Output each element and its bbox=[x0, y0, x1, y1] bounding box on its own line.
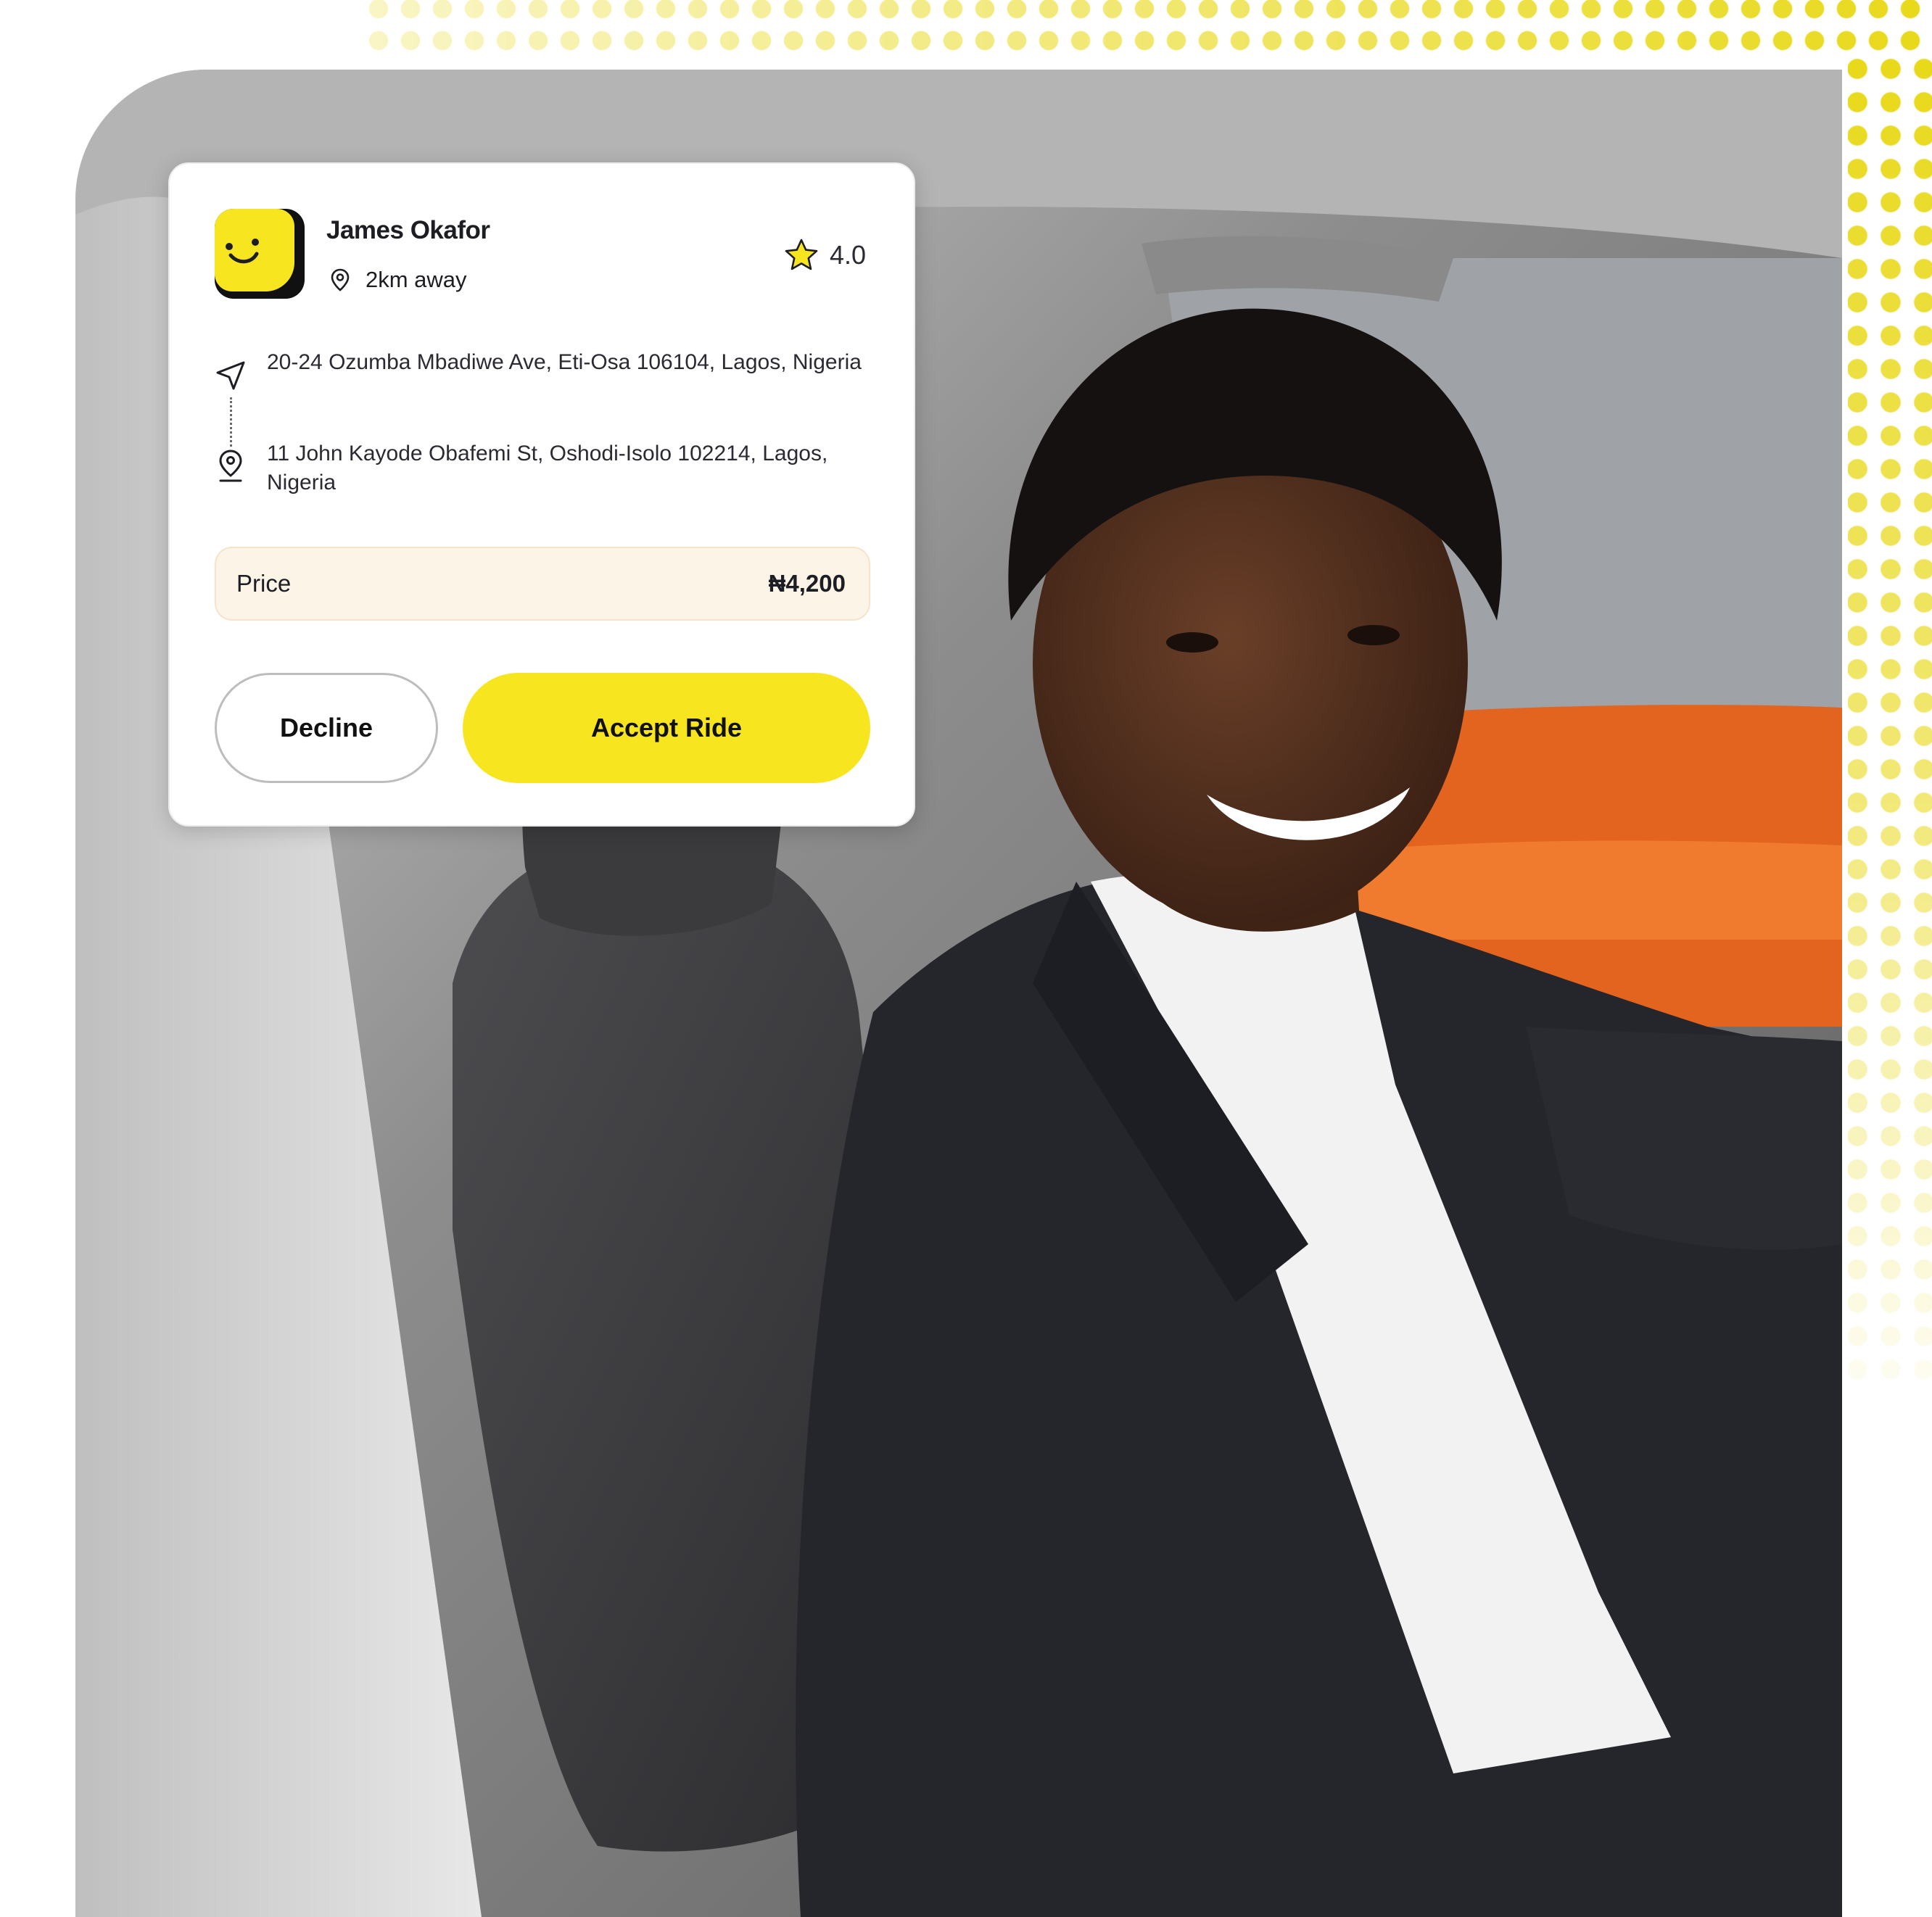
driver-rating: 4.0 bbox=[783, 233, 866, 277]
route-connector bbox=[230, 397, 232, 447]
location-pin-icon bbox=[219, 450, 242, 482]
map-pin-icon bbox=[331, 268, 350, 291]
rating-value: 4.0 bbox=[830, 240, 867, 270]
pickup-address: 20-24 Ozumba Mbadiwe Ave, Eti-Osa 106104… bbox=[267, 350, 862, 374]
dotted-pattern-top bbox=[363, 0, 1932, 58]
dotted-pattern-right bbox=[1848, 58, 1932, 1392]
star-icon bbox=[785, 239, 818, 270]
price-label: Price bbox=[236, 570, 292, 597]
price-summary: Price ₦4,200 bbox=[215, 547, 870, 621]
driver-distance: 2km away bbox=[328, 264, 467, 296]
dropoff-address: 11 John Kayode Obafemi St, Oshodi-Isolo … bbox=[267, 442, 828, 494]
distance-text: 2km away bbox=[366, 267, 467, 292]
navigation-arrow-icon bbox=[216, 361, 245, 390]
smiley-avatar-icon bbox=[215, 209, 305, 299]
decline-button[interactable]: Decline bbox=[215, 673, 438, 783]
price-value: ₦4,200 bbox=[768, 570, 846, 597]
ride-request-card: James Okafor 2km away 4.0 20-24 Ozumba M… bbox=[168, 162, 915, 827]
driver-name: James Okafor bbox=[326, 216, 490, 244]
accept-ride-button[interactable]: Accept Ride bbox=[463, 673, 870, 783]
